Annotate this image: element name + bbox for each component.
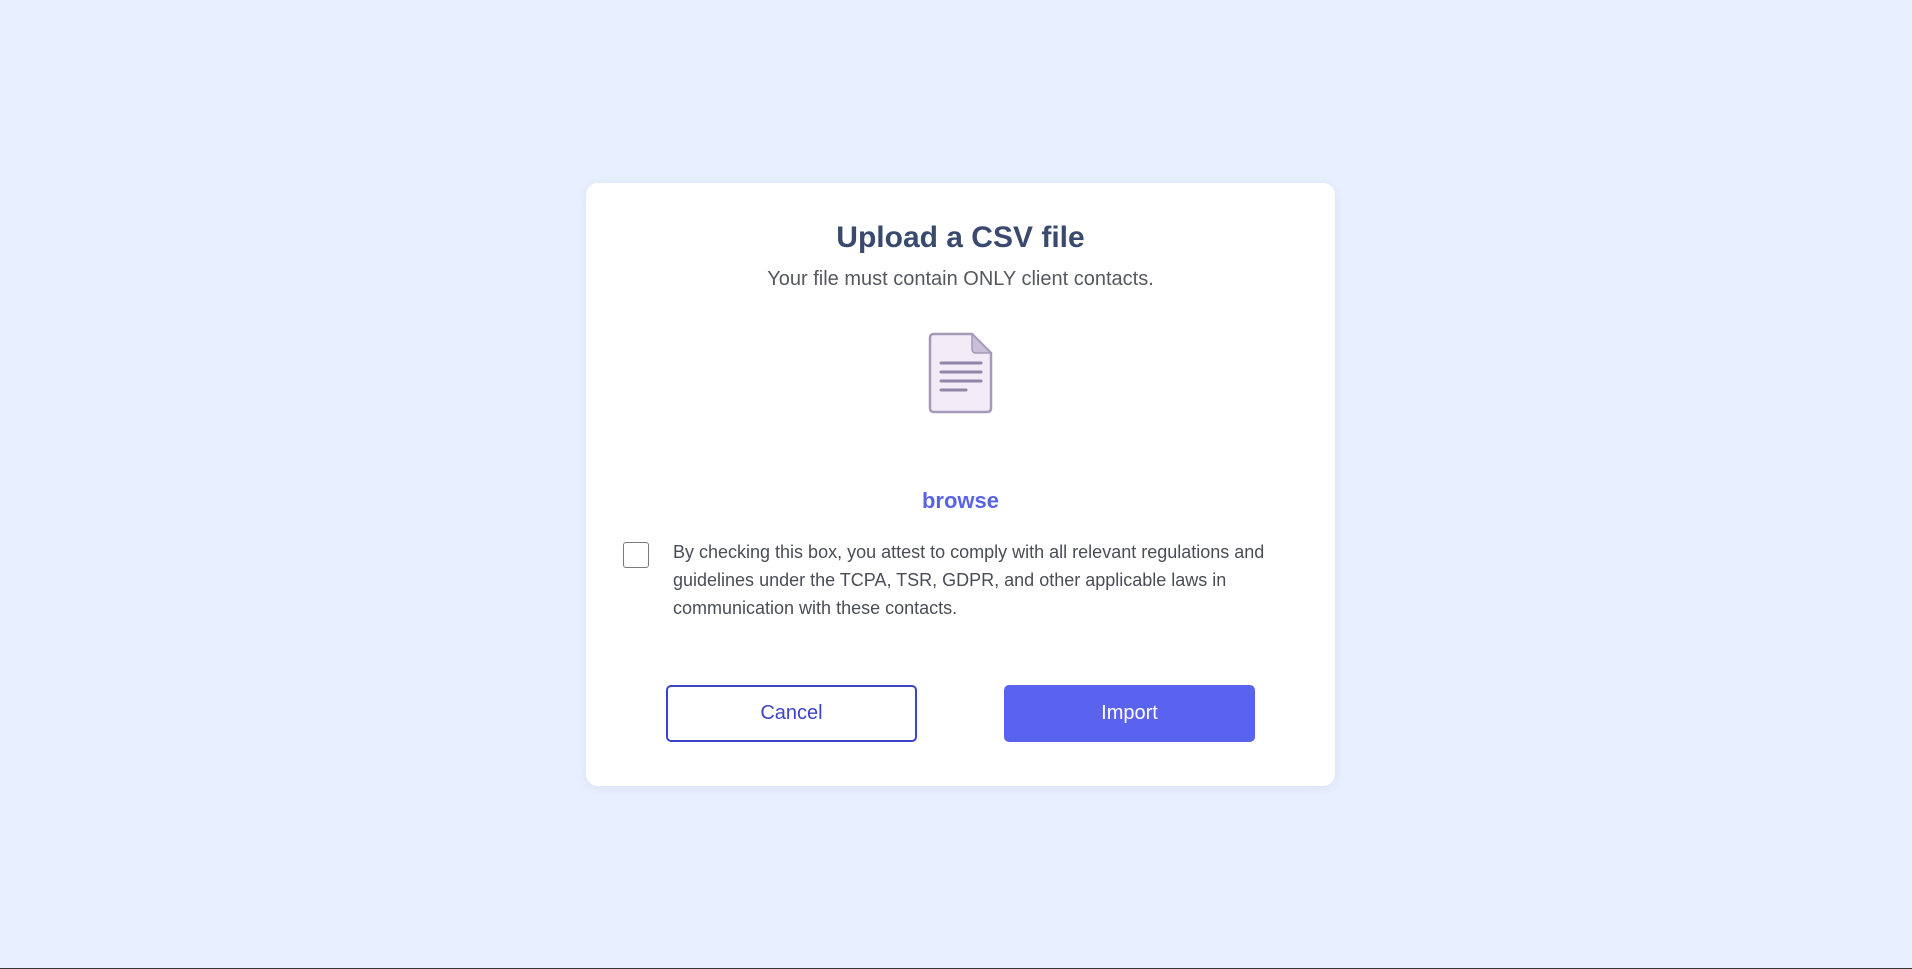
document-icon [928,332,994,414]
browse-link[interactable]: browse [922,488,999,513]
browse-link-row: browse [586,486,1335,516]
dialog-subtitle: Your file must contain ONLY client conta… [767,268,1154,290]
cancel-button[interactable]: Cancel [666,685,917,742]
upload-csv-dialog: Upload a CSV file Your file must contain… [586,183,1335,786]
dialog-title: Upload a CSV file [836,221,1085,254]
consent-text: By checking this box, you attest to comp… [673,542,1265,618]
import-button[interactable]: Import [1004,685,1255,742]
consent-checkbox[interactable] [623,542,649,568]
